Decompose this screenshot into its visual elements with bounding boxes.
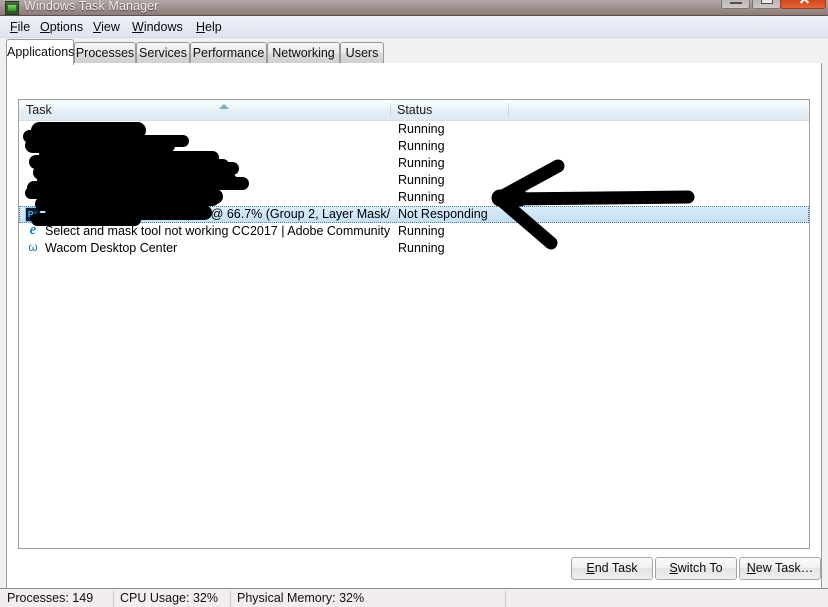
status-divider <box>505 591 506 607</box>
switch-to-button[interactable]: Switch To <box>655 557 737 580</box>
status-cpu-usage: CPU Usage: 32% <box>120 591 218 605</box>
table-row[interactable]: Running <box>19 172 809 189</box>
status-bar: Processes: 149 CPU Usage: 32% Physical M… <box>0 588 828 607</box>
menu-item-view[interactable]: View <box>87 19 126 35</box>
table-row[interactable]: Wacom Desktop Center Running <box>19 240 809 257</box>
column-separator[interactable] <box>508 103 509 118</box>
new-task-button[interactable]: New Task… <box>739 557 821 580</box>
task-list[interactable]: Task Status Running Running Running Running… <box>18 99 810 549</box>
table-row[interactable]: Running <box>19 121 809 138</box>
cell-task <box>19 138 390 155</box>
menu-item-file[interactable]: File <box>4 19 36 35</box>
cell-status: Running <box>398 139 445 153</box>
internet-explorer-icon <box>25 223 41 239</box>
tab-applications[interactable]: Applications <box>6 39 74 65</box>
tab-strip: Applications Processes Services Performance… <box>0 38 828 65</box>
task-label: Wacom Desktop Center <box>45 241 178 255</box>
table-row[interactable]: Running <box>19 189 809 206</box>
cell-status: Running <box>398 224 445 238</box>
sort-ascending-icon <box>219 104 229 109</box>
cell-task: 0708.psd @ 66.7% (Group 2, Layer Mask/8)… <box>19 206 390 223</box>
table-row[interactable]: Running <box>19 155 809 172</box>
minimize-button[interactable] <box>721 0 750 9</box>
menu-bar: File Options View Windows Help <box>0 16 828 38</box>
status-processes: Processes: 149 <box>7 591 94 605</box>
close-button[interactable] <box>780 0 826 9</box>
tab-users[interactable]: Users <box>340 42 384 64</box>
list-header: Task Status <box>19 100 809 121</box>
title-bar[interactable]: Windows Task Manager <box>0 0 828 16</box>
cell-task: Select and mask tool not working CC2017 … <box>19 223 390 240</box>
column-header-task[interactable]: Task <box>19 100 390 120</box>
maximize-icon <box>761 0 773 4</box>
minimize-icon <box>730 1 742 4</box>
cell-status: Running <box>398 156 445 170</box>
tab-performance[interactable]: Performance <box>190 42 267 64</box>
cell-status: Running <box>398 241 445 255</box>
cell-task <box>19 155 390 172</box>
cell-status: Not Responding <box>398 207 488 221</box>
task-manager-icon <box>5 1 19 15</box>
cell-status: Running <box>398 190 445 204</box>
cell-task <box>19 189 390 206</box>
end-task-button[interactable]: End Task <box>571 557 653 580</box>
cell-status: Running <box>398 122 445 136</box>
tab-networking[interactable]: Networking <box>267 42 340 64</box>
task-rows: Running Running Running Running Running 0708.… <box>19 121 809 257</box>
task-label: Select and mask tool not working CC2017 … <box>45 224 390 238</box>
task-label: 0708.psd @ 66.7% (Group 2, Layer Mask/8)… <box>155 207 390 221</box>
status-physical-memory: Physical Memory: 32% <box>237 591 365 605</box>
menu-item-help[interactable]: Help <box>190 19 228 35</box>
table-row[interactable]: 0708.psd @ 66.7% (Group 2, Layer Mask/8)… <box>19 206 809 223</box>
column-header-status[interactable]: Status <box>390 100 508 120</box>
maximize-button[interactable] <box>752 0 781 9</box>
table-row[interactable]: Running <box>19 138 809 155</box>
cell-status: Running <box>398 173 445 187</box>
window-title: Windows Task Manager <box>24 0 159 13</box>
wacom-icon <box>25 240 41 256</box>
table-row[interactable]: Select and mask tool not working CC2017 … <box>19 223 809 240</box>
client-area: File Options View Windows Help Applications P… <box>0 16 828 607</box>
tab-services[interactable]: Services <box>136 42 190 64</box>
cell-task: Wacom Desktop Center <box>19 240 390 257</box>
cell-task <box>19 172 390 189</box>
cell-task <box>19 121 390 138</box>
redaction-mark <box>45 208 156 219</box>
menu-item-options[interactable]: Options <box>34 19 89 35</box>
task-manager-window: Windows Task Manager File Options View Wind… <box>0 0 828 607</box>
photoshop-icon <box>25 207 41 222</box>
menu-item-windows[interactable]: Windows <box>126 19 189 35</box>
close-icon <box>799 0 809 4</box>
tab-processes[interactable]: Processes <box>74 42 136 64</box>
